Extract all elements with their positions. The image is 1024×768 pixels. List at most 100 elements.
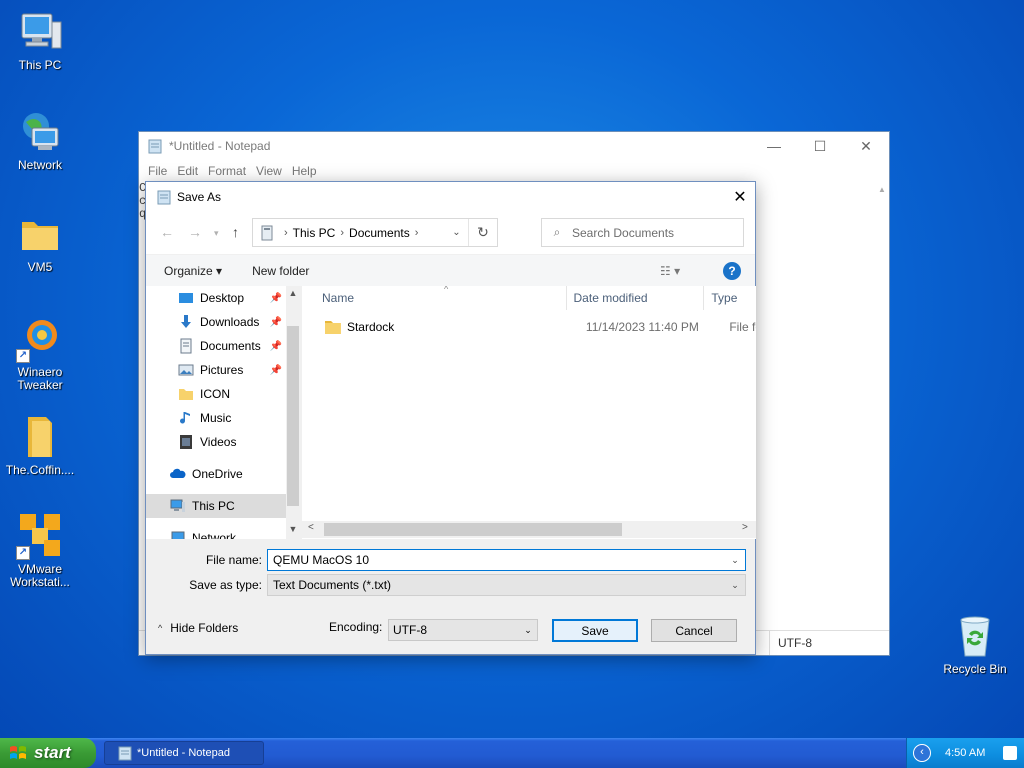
taskbar-button-label: *Untitled - Notepad: [137, 747, 230, 759]
notepad-app-icon: [118, 746, 132, 761]
scrollbar-thumb[interactable]: [324, 523, 622, 536]
breadcrumb-chevron-icon[interactable]: ›: [415, 227, 419, 239]
file-row[interactable]: Stardock 11/14/2023 11:40 PM File fo: [302, 315, 756, 339]
nav-item-pictures[interactable]: Pictures 📌: [146, 358, 286, 382]
file-name-input[interactable]: QEMU MacOS 10 ⌄: [267, 549, 746, 571]
desktop-icon-label: Network: [17, 158, 62, 172]
search-box[interactable]: ⌕ Search Documents: [541, 218, 744, 247]
menu-edit[interactable]: Edit: [172, 164, 203, 178]
nav-item-documents[interactable]: Documents 📌: [146, 334, 286, 358]
nav-item-onedrive[interactable]: OneDrive: [146, 462, 286, 486]
taskbar-button-notepad[interactable]: *Untitled - Notepad: [104, 741, 264, 765]
scroll-right-icon[interactable]: >: [742, 522, 748, 533]
desktop-icon-label: Recycle Bin: [943, 662, 1007, 676]
menu-format[interactable]: Format: [203, 164, 251, 178]
desktop-icon-this-pc[interactable]: This PC: [0, 8, 80, 72]
forward-arrow-icon[interactable]: →: [188, 224, 202, 240]
nav-item-desktop[interactable]: Desktop 📌: [146, 286, 286, 310]
notepad-title: *Untitled - Notepad: [169, 139, 271, 153]
nav-item-downloads[interactable]: Downloads 📌: [146, 310, 286, 334]
encoding-select[interactable]: UTF-8 ⌄: [388, 619, 538, 641]
system-tray: ‹ 4:50 AM: [906, 738, 1024, 768]
chevron-down-icon[interactable]: ⌄: [725, 555, 745, 566]
organize-button[interactable]: Organize ▾: [164, 264, 222, 278]
view-options-icon[interactable]: ☷ ▾: [660, 264, 680, 278]
file-list: ^ Name Date modified Type Stardock 11/14…: [302, 286, 756, 539]
menu-help[interactable]: Help: [287, 164, 322, 178]
clock[interactable]: 4:50 AM: [945, 747, 985, 759]
nav-item-network[interactable]: Network: [146, 526, 286, 539]
scroll-up-icon[interactable]: ▲: [875, 182, 889, 198]
hide-folders-label: Hide Folders: [170, 621, 239, 635]
show-desktop-icon[interactable]: [1003, 746, 1018, 760]
navigation-pane: Desktop 📌 Downloads 📌 Documents 📌 Pictur…: [146, 286, 300, 539]
desktop-icon-the-coffin[interactable]: The.Coffin....: [0, 413, 80, 477]
show-hidden-icons-icon[interactable]: ‹: [913, 744, 931, 762]
start-button[interactable]: start: [0, 738, 96, 768]
hide-folders-button[interactable]: ^ Hide Folders: [158, 621, 238, 635]
navigation-row: ← → ▾ ↑ › This PC › Documents › ⌄ ↻ ⌕ Se…: [146, 212, 755, 254]
this-pc-icon: [170, 499, 185, 512]
scroll-left-icon[interactable]: <: [308, 522, 314, 533]
column-header-date-modified[interactable]: Date modified: [567, 286, 705, 310]
menu-file[interactable]: File: [143, 164, 172, 178]
file-date: 11/14/2023 11:40 PM: [585, 320, 699, 334]
breadcrumb-chevron-icon[interactable]: ›: [340, 227, 344, 239]
menu-view[interactable]: View: [251, 164, 287, 178]
new-folder-button[interactable]: New folder: [252, 264, 309, 278]
nav-item-music[interactable]: Music: [146, 406, 286, 430]
close-button[interactable]: ✕: [843, 132, 889, 160]
network-icon: [16, 108, 64, 156]
nav-item-icon[interactable]: ICON: [146, 382, 286, 406]
pin-icon: 📌: [269, 364, 282, 376]
chevron-up-icon: ^: [158, 623, 163, 633]
notepad-vertical-scrollbar[interactable]: ▲: [875, 182, 889, 623]
nav-item-this-pc[interactable]: This PC: [146, 494, 286, 518]
save-as-type-label: Save as type:: [189, 578, 262, 592]
cancel-button[interactable]: Cancel: [651, 619, 737, 642]
dialog-title-bar[interactable]: Save As ✕: [146, 182, 755, 212]
scroll-down-icon[interactable]: ▼: [286, 524, 300, 534]
navigation-pane-scrollbar[interactable]: ▲ ▼: [286, 286, 300, 539]
back-arrow-icon[interactable]: ←: [160, 224, 174, 240]
maximize-button[interactable]: ☐: [797, 132, 843, 160]
command-bar: Organize ▾ New folder ☷ ▾ ?: [146, 254, 755, 286]
scrollbar-thumb[interactable]: [287, 326, 299, 506]
dialog-close-button[interactable]: ✕: [725, 187, 755, 207]
save-button[interactable]: Save: [552, 619, 638, 642]
refresh-icon[interactable]: ↻: [469, 224, 497, 241]
nav-item-videos[interactable]: Videos: [146, 430, 286, 454]
notepad-title-bar[interactable]: *Untitled - Notepad — ☐ ✕: [139, 132, 889, 160]
dialog-title: Save As: [177, 190, 222, 204]
downloads-icon: [181, 315, 191, 328]
column-header-name[interactable]: Name: [302, 286, 567, 310]
column-header-type[interactable]: Type: [704, 286, 756, 310]
breadcrumb-documents[interactable]: Documents: [349, 226, 410, 240]
desktop-icon-vm5[interactable]: VM5: [0, 210, 80, 274]
music-icon: [180, 412, 190, 424]
help-icon[interactable]: ?: [723, 261, 741, 280]
scroll-up-icon[interactable]: ▲: [286, 288, 300, 298]
desktop-icon-label: The.Coffin....: [5, 463, 75, 477]
file-name-value: QEMU MacOS 10: [273, 553, 370, 567]
notepad-app-icon: [157, 190, 171, 205]
breadcrumb-this-pc[interactable]: This PC: [293, 226, 336, 240]
address-dropdown-icon[interactable]: ⌄: [445, 219, 469, 246]
recent-locations-icon[interactable]: ▾: [214, 228, 219, 239]
address-bar[interactable]: › This PC › Documents › ⌄ ↻: [252, 218, 498, 247]
folder-icon: [179, 389, 193, 400]
desktop-icon-recycle-bin[interactable]: Recycle Bin: [935, 612, 1015, 676]
pin-icon: 📌: [269, 340, 282, 352]
file-list-horizontal-scrollbar[interactable]: < >: [302, 521, 756, 538]
file-name-label: File name:: [205, 553, 262, 567]
up-arrow-icon[interactable]: ↑: [232, 224, 239, 240]
minimize-button[interactable]: —: [751, 132, 797, 160]
breadcrumb: › This PC › Documents ›: [279, 226, 445, 240]
desktop-icon-winaero-tweaker[interactable]: ↗ Winaero Tweaker: [0, 315, 80, 392]
pictures-icon: [178, 364, 194, 376]
network-icon: [171, 531, 185, 539]
save-as-type-select[interactable]: Text Documents (*.txt) ⌄: [267, 574, 746, 596]
desktop-icon-network[interactable]: Network: [0, 108, 80, 172]
chevron-down-icon: ⌄: [524, 624, 532, 635]
desktop-icon-vmware-workstation[interactable]: ↗ VMware Workstati...: [0, 512, 80, 589]
